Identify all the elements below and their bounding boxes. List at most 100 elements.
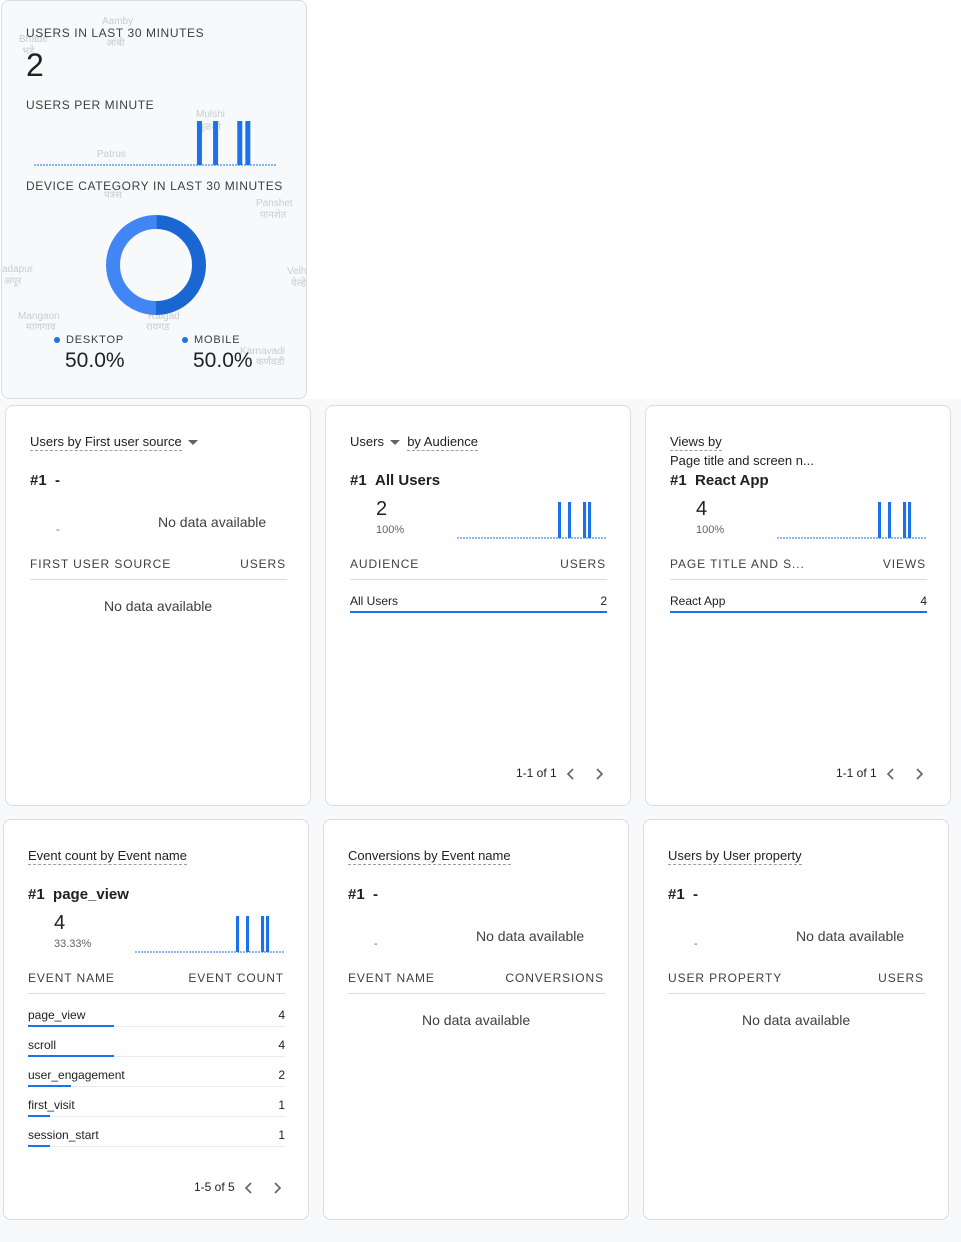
row-value: 4 <box>920 594 927 608</box>
mobile-percent: 50.0% <box>193 349 253 372</box>
sparkline-chart <box>777 502 927 539</box>
device-category-title: DEVICE CATEGORY IN LAST 30 MINUTES <box>26 179 283 193</box>
card-title-user-property[interactable]: Users by User property <box>668 848 802 865</box>
row-value: 2 <box>600 594 607 608</box>
map-label: माणगाव <box>26 322 56 333</box>
header-divider <box>30 579 287 580</box>
sparkline-bar <box>583 502 587 538</box>
table-row[interactable]: All Users 2 <box>350 586 607 616</box>
map-label: पानशेत <box>260 210 287 221</box>
no-data-chart: No data available <box>796 928 905 944</box>
card-title-dimension[interactable]: Page title and screen n... <box>670 453 814 468</box>
card-views-by-page-title: Views by Page title and screen n... #1 R… <box>645 405 951 806</box>
col-header-audience: AUDIENCE <box>350 557 420 571</box>
row-label: session_start <box>28 1128 99 1142</box>
sparkline-bar <box>558 502 562 538</box>
col-header-users[interactable]: USERS <box>878 971 924 985</box>
row-label: page_view <box>28 1008 86 1022</box>
metric-value: 4 <box>696 498 708 520</box>
row-value: 2 <box>278 1068 285 1082</box>
card-title-event-count[interactable]: Event count by Event name <box>28 848 187 865</box>
sparkline-chart <box>457 502 607 539</box>
table-row[interactable]: first_visit 1 <box>28 1090 285 1120</box>
metric-dash: - <box>374 938 378 950</box>
desktop-percent: 50.0% <box>65 349 125 372</box>
row-value: 1 <box>278 1128 285 1142</box>
row-proportion-bar <box>28 1085 71 1087</box>
header-divider <box>670 579 927 580</box>
desktop-dot-icon <box>54 337 60 344</box>
sparkline-bar <box>236 916 240 952</box>
sparkline-bar <box>213 121 219 165</box>
map-label: वेल्हे <box>291 278 307 289</box>
card-title-conversions[interactable]: Conversions by Event name <box>348 848 511 865</box>
chevron-right-icon[interactable] <box>911 766 927 782</box>
metric-selector[interactable]: Users <box>350 434 400 449</box>
col-header-event-count[interactable]: EVENT COUNT <box>188 971 284 985</box>
col-header-users[interactable]: USERS <box>560 557 606 571</box>
sparkline-bar <box>245 121 251 165</box>
col-header-conversions[interactable]: CONVERSIONS <box>505 971 604 985</box>
row-proportion-bar <box>28 1145 50 1147</box>
sparkline-chart <box>135 916 285 953</box>
map-label: Mangaon <box>18 311 60 322</box>
table-row[interactable]: user_engagement 2 <box>28 1060 285 1090</box>
col-header-users[interactable]: USERS <box>240 557 286 571</box>
sparkline-bar <box>266 916 270 952</box>
row-proportion-bar <box>28 1115 50 1117</box>
legend-desktop: DESKTOP <box>54 334 124 346</box>
card-users-by-audience: Users by Audience #1 All Users 2 100% AU… <box>325 405 631 806</box>
row-value: 4 <box>278 1008 285 1022</box>
chevron-left-icon[interactable] <box>241 1180 257 1196</box>
card-title-views[interactable]: Views by <box>670 434 722 451</box>
row-label: All Users <box>350 594 399 608</box>
map-label: आंबी <box>106 38 125 49</box>
no-data-chart: No data available <box>158 514 267 530</box>
map-label: अपूर <box>4 276 22 287</box>
rank-first: #1 React App <box>670 472 769 489</box>
col-header-event-name: EVENT NAME <box>348 971 435 985</box>
row-divider <box>28 1116 285 1117</box>
chevron-right-icon[interactable] <box>269 1180 285 1196</box>
table-row[interactable]: session_start 1 <box>28 1120 285 1150</box>
map-label: Panshet <box>256 198 293 209</box>
pagination-label: 1-1 of 1 <box>836 766 877 780</box>
row-label: React App <box>670 594 726 608</box>
header-divider <box>28 993 285 994</box>
card-first-user-source: Users by First user source #1 - - No dat… <box>5 405 311 806</box>
pagination-label: 1-1 of 1 <box>516 766 557 780</box>
table-row[interactable]: page_view 4 <box>28 1000 285 1030</box>
sparkline-bar <box>588 502 592 538</box>
metric-percent: 33.33% <box>54 938 92 950</box>
dropdown-caret-icon[interactable] <box>187 440 198 446</box>
col-header-user-property: USER PROPERTY <box>668 971 783 985</box>
chevron-left-icon[interactable] <box>563 766 579 782</box>
table-row[interactable]: React App 4 <box>670 586 927 616</box>
chevron-left-icon[interactable] <box>883 766 899 782</box>
sparkline-bar <box>196 121 202 165</box>
users-per-minute-title: USERS PER MINUTE <box>26 98 155 112</box>
card-event-count: Event count by Event name #1 page_view 4… <box>3 819 309 1220</box>
no-data-table: No data available <box>422 1012 531 1028</box>
mobile-dot-icon <box>182 337 188 344</box>
sparkline-bar <box>246 916 250 952</box>
dimension-label[interactable]: by Audience <box>407 434 479 451</box>
dropdown-caret-icon[interactable] <box>389 440 400 446</box>
sparkline-bar <box>908 502 912 538</box>
col-header-page-title: PAGE TITLE AND S... <box>670 557 805 571</box>
col-header-first-user-source: FIRST USER SOURCE <box>30 557 172 571</box>
row-proportion-bar <box>28 1055 114 1057</box>
chevron-right-icon[interactable] <box>591 766 607 782</box>
header-divider <box>668 993 925 994</box>
header-divider <box>348 993 605 994</box>
table-row[interactable]: scroll 4 <box>28 1030 285 1060</box>
legend-mobile: MOBILE <box>182 334 240 346</box>
legend-mobile-label: MOBILE <box>194 334 241 346</box>
card-title-first-user-source[interactable]: Users by First user source <box>30 434 198 451</box>
rank-first: #1 All Users <box>350 472 441 489</box>
no-data-table: No data available <box>742 1012 851 1028</box>
realtime-card: Aamby आंबी Bhade भडे Mulshi मुळशी Patrus… <box>1 0 307 399</box>
row-proportion-bar <box>350 611 607 613</box>
col-header-views[interactable]: VIEWS <box>883 557 926 571</box>
pagination-label: 1-5 of 5 <box>194 1180 235 1194</box>
